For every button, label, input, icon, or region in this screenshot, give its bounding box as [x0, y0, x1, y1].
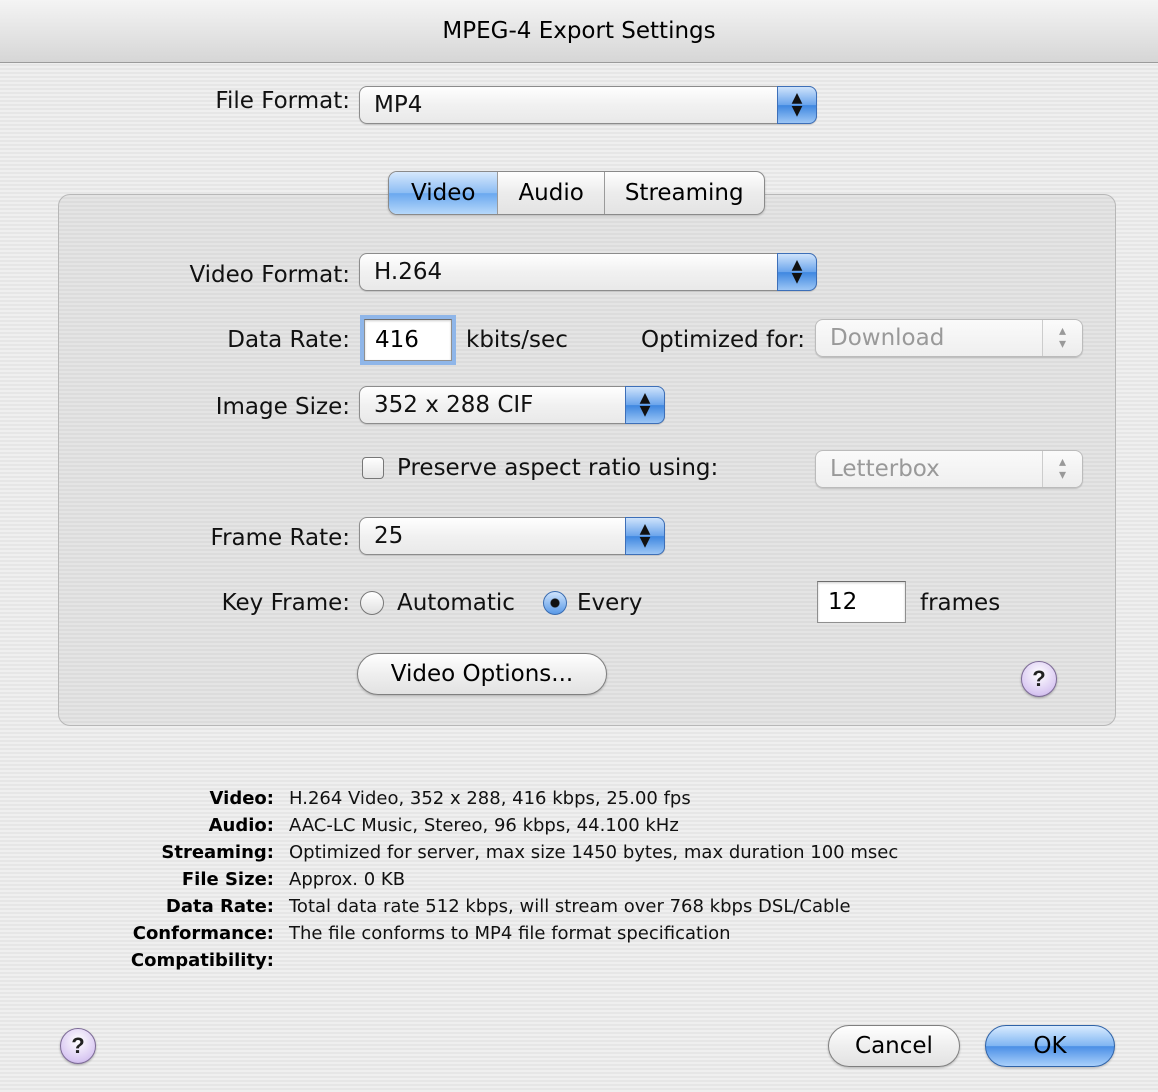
image-size-label: Image Size:	[215, 394, 350, 420]
video-format-value: H.264	[374, 259, 443, 285]
file-format-popup[interactable]: MP4 ▲ ▼	[359, 86, 817, 124]
summary-key: Video:	[209, 788, 274, 809]
ok-button[interactable]: OK	[985, 1025, 1115, 1067]
summary-key: Streaming:	[161, 842, 274, 863]
file-format-label: File Format:	[215, 88, 350, 114]
letterbox-popup[interactable]: Letterbox ▴ ▾	[815, 450, 1083, 488]
key-frame-automatic-radio[interactable]	[360, 591, 384, 615]
summary-value: Total data rate 512 kbps, will stream ov…	[289, 896, 851, 917]
optimized-for-popup[interactable]: Download ▴ ▾	[815, 319, 1083, 357]
summary-info: Video: H.264 Video, 352 x 288, 416 kbps, …	[0, 785, 1140, 974]
popup-arrows-icon: ▲ ▼	[625, 386, 665, 424]
video-format-popup[interactable]: H.264 ▲ ▼	[359, 253, 817, 291]
file-format-value: MP4	[374, 92, 423, 118]
summary-key: Conformance:	[132, 923, 274, 944]
preserve-aspect-label: Preserve aspect ratio using:	[397, 455, 719, 481]
frame-rate-popup[interactable]: 25 ▲ ▼	[359, 517, 665, 555]
summary-value: Optimized for server, max size 1450 byte…	[289, 842, 899, 863]
cancel-button[interactable]: Cancel	[828, 1025, 960, 1067]
video-options-button[interactable]: Video Options...	[357, 653, 607, 695]
panel-help-icon[interactable]: ?	[1021, 661, 1057, 697]
key-frame-label: Key Frame:	[221, 590, 350, 616]
popup-arrows-icon: ▲ ▼	[625, 517, 665, 555]
optimized-for-value: Download	[830, 325, 945, 351]
summary-key: Compatibility:	[130, 950, 274, 971]
summary-key: Audio:	[208, 815, 274, 836]
video-format-label: Video Format:	[189, 262, 350, 288]
tab-streaming[interactable]: Streaming	[603, 172, 764, 214]
tab-audio[interactable]: Audio	[497, 172, 603, 214]
summary-row-conformance: Conformance: The file conforms to MP4 fil…	[0, 920, 1140, 947]
summary-row-file-size: File Size: Approx. 0 KB	[0, 866, 1140, 893]
summary-value: AAC-LC Music, Stereo, 96 kbps, 44.100 kH…	[289, 815, 679, 836]
preserve-aspect-checkbox[interactable]	[362, 457, 384, 479]
frame-rate-label: Frame Rate:	[210, 525, 350, 551]
summary-value: The file conforms to MP4 file format spe…	[289, 923, 731, 944]
data-rate-label: Data Rate:	[227, 327, 350, 353]
key-frame-unit: frames	[920, 590, 1001, 616]
letterbox-value: Letterbox	[830, 456, 940, 482]
window-title: MPEG-4 Export Settings	[0, 0, 1158, 63]
frame-rate-value: 25	[374, 523, 404, 549]
popup-arrows-icon: ▲ ▼	[777, 86, 817, 124]
summary-row-video: Video: H.264 Video, 352 x 288, 416 kbps, …	[0, 785, 1140, 812]
summary-key: File Size:	[181, 869, 274, 890]
summary-row-data-rate: Data Rate: Total data rate 512 kbps, will…	[0, 893, 1140, 920]
stepper-arrows-icon: ▴ ▾	[1042, 451, 1082, 487]
stepper-arrows-icon: ▴ ▾	[1042, 320, 1082, 356]
popup-arrows-icon: ▲ ▼	[777, 253, 817, 291]
key-frame-every-label: Every	[577, 590, 643, 616]
summary-row-compatibility: Compatibility:	[0, 947, 1140, 974]
data-rate-unit: kbits/sec	[466, 327, 568, 353]
key-frame-interval-input[interactable]: 12	[817, 581, 906, 623]
data-rate-input[interactable]: 416	[360, 315, 456, 365]
summary-row-streaming: Streaming: Optimized for server, max size…	[0, 839, 1140, 866]
key-frame-every-radio[interactable]	[543, 591, 567, 615]
key-frame-automatic-label: Automatic	[397, 590, 515, 616]
image-size-value: 352 x 288 CIF	[374, 392, 534, 418]
image-size-popup[interactable]: 352 x 288 CIF ▲ ▼	[359, 386, 665, 424]
summary-value: Approx. 0 KB	[289, 869, 406, 890]
summary-key: Data Rate:	[165, 896, 274, 917]
optimized-for-label: Optimized for:	[640, 327, 805, 353]
tab-bar: Video Audio Streaming	[388, 171, 765, 215]
summary-value: H.264 Video, 352 x 288, 416 kbps, 25.00 …	[289, 788, 691, 809]
tab-video[interactable]: Video	[389, 172, 498, 214]
dialog-help-icon[interactable]: ?	[60, 1028, 96, 1064]
summary-row-audio: Audio: AAC-LC Music, Stereo, 96 kbps, 44.…	[0, 812, 1140, 839]
